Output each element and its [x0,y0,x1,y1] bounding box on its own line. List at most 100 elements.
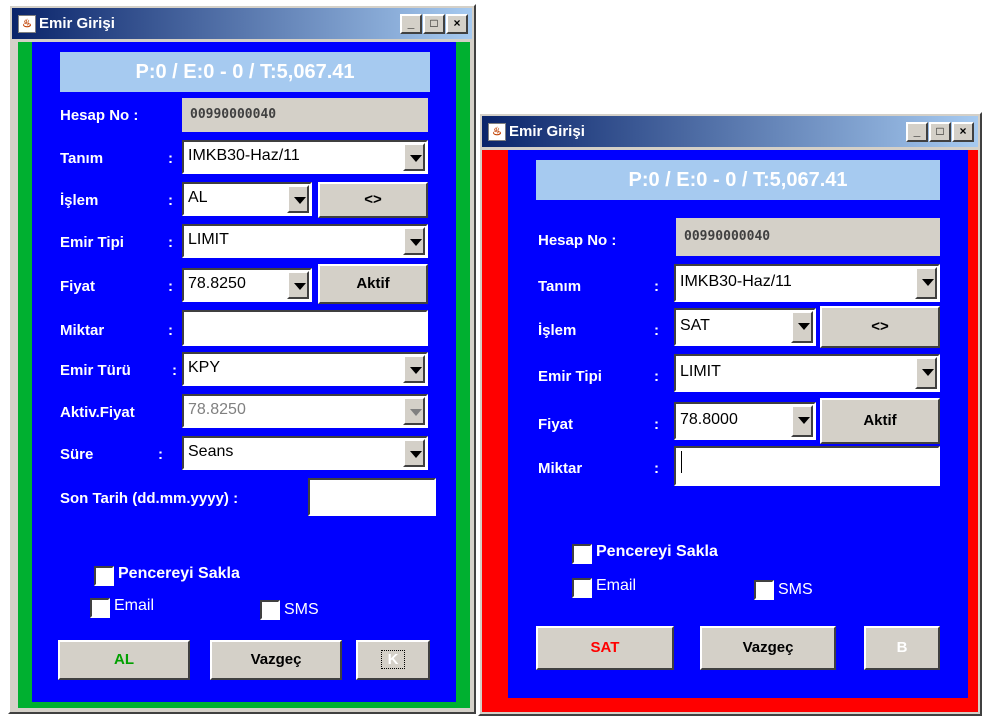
fiyat-select-value: 78.8250 [188,275,246,292]
cancel-button[interactable]: Vazgeç [210,640,342,680]
hesap-no-value: 00990000040 [182,98,428,132]
emir-tipi-label: Emir Tipi [538,368,602,385]
chevron-down-icon[interactable] [791,311,813,343]
tanim-select-value: IMKB30-Haz/11 [188,147,300,164]
email-checkbox[interactable] [90,598,110,618]
islem-select-value: SAT [680,317,710,334]
fiyat-label: Fiyat [60,278,96,295]
minimize-button[interactable]: _ [906,122,928,142]
close-button[interactable]: × [446,14,468,34]
colon: : [168,234,173,251]
sms-checkbox[interactable] [754,580,774,600]
k-button-label: K [380,650,406,669]
colon: : [168,150,173,167]
son-tarih-input[interactable] [308,478,436,516]
aktiv-fiyat-label: Aktiv.Fiyat [60,404,135,421]
miktar-label: Miktar [60,322,105,339]
colon: : [168,322,173,339]
emir-tipi-select[interactable]: LIMIT [182,224,428,258]
summary-header: P:0 / E:0 - 0 / T:5,067.41 [60,52,430,92]
emir-tipi-select-value: LIMIT [680,363,721,380]
window-title: Emir Girişi [509,123,585,140]
minimize-button[interactable]: _ [400,14,422,34]
emir-turu-select-value: KPY [188,359,221,376]
islem-select[interactable]: SAT [674,308,816,346]
fiyat-select[interactable]: 78.8250 [182,268,312,302]
fiyat-label: Fiyat [538,416,574,433]
window-title: Emir Girişi [39,15,115,32]
chevron-down-icon[interactable] [287,185,309,213]
pencereyi-sakla-label: Pencereyi Sakla [118,565,240,582]
colon: : [168,192,173,209]
close-button[interactable]: × [952,122,974,142]
swap-side-button[interactable]: <> [318,182,428,218]
chevron-down-icon[interactable] [403,143,425,171]
sure-select[interactable]: Seans [182,436,428,470]
email-label: Email [114,597,155,614]
colon: : [654,278,659,295]
sms-checkbox[interactable] [260,600,280,620]
colon: : [654,460,659,477]
k-button[interactable]: K [356,640,430,680]
summary-header: P:0 / E:0 - 0 / T:5,067.41 [536,160,940,200]
tanim-label: Tanım [538,278,582,295]
chevron-down-icon[interactable] [915,357,937,389]
islem-label: İşlem [538,322,577,339]
sat-submit-button[interactable]: SAT [536,626,674,670]
chevron-down-icon[interactable] [791,405,813,437]
fiyat-select-value: 78.8000 [680,411,738,428]
colon: : [172,362,177,379]
aktif-button[interactable]: Aktif [820,398,940,444]
islem-select[interactable]: AL [182,182,312,216]
pencereyi-sakla-checkbox[interactable] [94,566,114,586]
order-panel: P:0 / E:0 - 0 / T:5,067.41 Hesap No : 00… [508,150,968,698]
colon: : [654,368,659,385]
colon: : [168,278,173,295]
colon: : [158,446,163,463]
son-tarih-label: Son Tarih (dd.mm.yyyy) : [60,490,239,507]
pencereyi-sakla-label: Pencereyi Sakla [596,543,718,560]
sure-select-value: Seans [188,443,234,460]
email-checkbox[interactable] [572,578,592,598]
maximize-button[interactable]: □ [423,14,445,34]
order-entry-window-sell: ♨ Emir Girişi _ □ × P:0 / E:0 - 0 / T:5,… [478,112,982,716]
islem-select-value: AL [188,189,208,206]
chevron-down-icon[interactable] [915,267,937,299]
pencereyi-sakla-checkbox[interactable] [572,544,592,564]
order-entry-window-buy: ♨ Emir Girişi _ □ × P:0 / E:0 - 0 / T:5,… [8,4,476,714]
tanim-select[interactable]: IMKB30-Haz/11 [182,140,428,174]
title-bar[interactable]: ♨ Emir Girişi _ □ × [12,8,472,39]
cancel-button[interactable]: Vazgeç [700,626,836,670]
sure-label: Süre [60,446,94,463]
al-submit-button[interactable]: AL [58,640,190,680]
islem-label: İşlem [60,192,99,209]
fiyat-select[interactable]: 78.8000 [674,402,816,440]
title-bar[interactable]: ♨ Emir Girişi _ □ × [482,116,978,147]
tanim-select-value: IMKB30-Haz/11 [680,273,792,290]
miktar-input[interactable] [182,310,428,346]
chevron-down-icon[interactable] [403,355,425,383]
colon: : [654,322,659,339]
hesap-no-label: Hesap No : [538,232,617,249]
sms-label: SMS [284,601,319,618]
order-panel: P:0 / E:0 - 0 / T:5,067.41 Hesap No : 00… [32,42,456,702]
chevron-down-icon[interactable] [403,227,425,255]
swap-side-button[interactable]: <> [820,306,940,348]
miktar-input[interactable] [674,446,940,486]
maximize-button[interactable]: □ [929,122,951,142]
emir-tipi-select[interactable]: LIMIT [674,354,940,392]
hesap-no-value: 00990000040 [676,218,940,256]
chevron-down-icon[interactable] [403,439,425,467]
tanim-select[interactable]: IMKB30-Haz/11 [674,264,940,302]
emir-tipi-label: Emir Tipi [60,234,124,251]
b-button[interactable]: B [864,626,940,670]
sms-label: SMS [778,581,813,598]
chevron-down-icon[interactable] [287,271,309,299]
aktiv-fiyat-select-value: 78.8250 [188,401,246,418]
text-caret [681,451,682,473]
chevron-down-icon [403,397,425,425]
emir-tipi-select-value: LIMIT [188,231,229,248]
aktif-button[interactable]: Aktif [318,264,428,304]
emir-turu-select[interactable]: KPY [182,352,428,386]
email-label: Email [596,577,637,594]
